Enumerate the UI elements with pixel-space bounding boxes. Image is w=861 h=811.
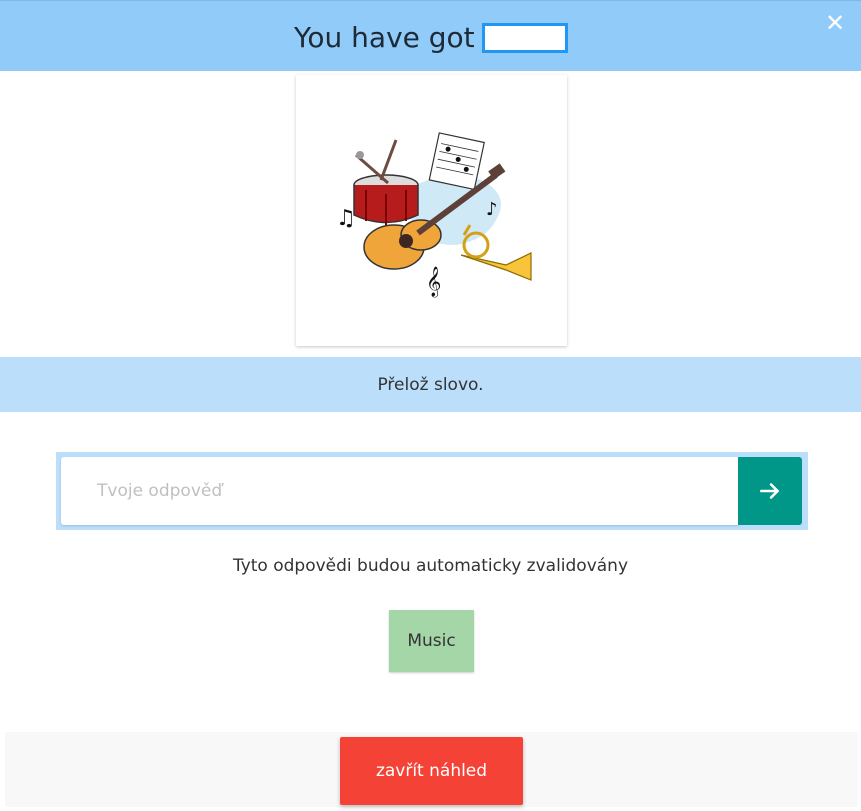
svg-text:♪: ♪ (486, 199, 498, 220)
preview-dialog: You have got ✕ ♫ ♪ 𝄞 Přelož slovo. Tvoje… (0, 0, 861, 811)
answer-blank (481, 23, 568, 53)
prompt-text: Přelož slovo. (377, 374, 484, 395)
validation-hint: Tyto odpovědi budou automaticky zvalidov… (232, 556, 629, 576)
prompt-band: Přelož slovo. (0, 357, 861, 412)
header-title: You have got (294, 21, 568, 55)
answer-chip[interactable]: Music (389, 610, 474, 672)
submit-button[interactable] (738, 457, 802, 525)
svg-text:𝄞: 𝄞 (426, 266, 441, 298)
image-card: ♫ ♪ 𝄞 (296, 75, 567, 346)
close-preview-button[interactable]: zavřít náhled (340, 737, 523, 805)
music-instruments-illustration: ♫ ♪ 𝄞 (336, 132, 532, 298)
svg-text:♫: ♫ (336, 206, 356, 231)
arrow-right-icon (760, 483, 779, 499)
close-icon[interactable]: ✕ (823, 11, 847, 35)
answer-area (56, 452, 808, 530)
header-title-text: You have got (294, 21, 475, 54)
answer-input[interactable] (61, 457, 739, 525)
header-bar: You have got ✕ (0, 0, 861, 71)
